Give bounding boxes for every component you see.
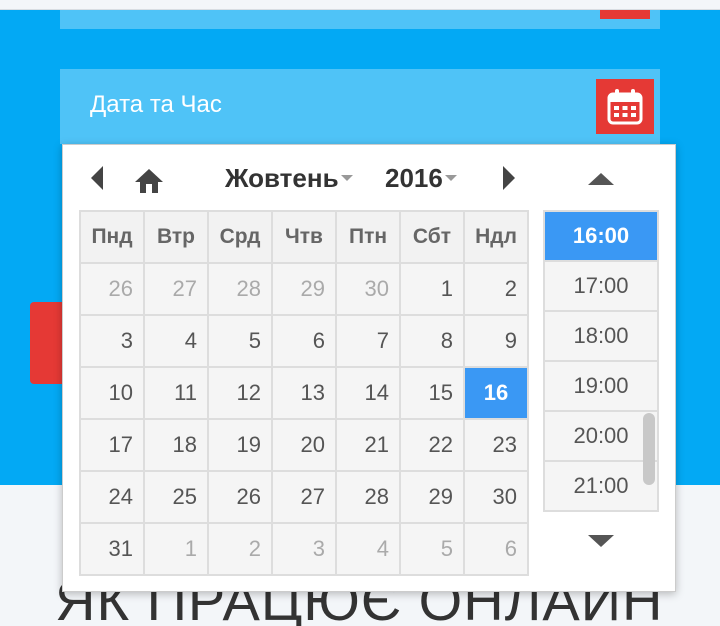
weekday-label: Чтв <box>271 210 337 264</box>
day-cell[interactable]: 26 <box>207 470 273 524</box>
day-cell[interactable]: 20 <box>271 418 337 472</box>
day-cell[interactable]: 21 <box>335 418 401 472</box>
day-cell[interactable]: 28 <box>335 470 401 524</box>
time-scrollbar[interactable] <box>643 413 655 485</box>
day-cell[interactable]: 4 <box>143 314 209 368</box>
day-cell[interactable]: 13 <box>271 366 337 420</box>
day-cell[interactable]: 27 <box>271 470 337 524</box>
day-cell[interactable]: 2 <box>207 522 273 576</box>
datetime-picker: Жовтень 2016 Пнд Втр Срд Чтв Птн Сбт Ндл… <box>62 144 676 592</box>
time-scroll-up-button[interactable] <box>587 169 615 189</box>
day-cell[interactable]: 23 <box>463 418 529 472</box>
chevron-left-icon <box>91 166 103 190</box>
day-cell[interactable]: 22 <box>399 418 465 472</box>
weekday-label: Срд <box>207 210 273 264</box>
calendar-week: 24 25 26 27 28 29 30 <box>79 470 529 524</box>
calendar-grid: Пнд Втр Срд Чтв Птн Сбт Ндл 26 27 28 29 … <box>79 210 529 576</box>
day-cell[interactable]: 25 <box>143 470 209 524</box>
day-cell[interactable]: 17 <box>79 418 145 472</box>
day-cell[interactable]: 7 <box>335 314 401 368</box>
day-cell[interactable]: 28 <box>207 262 273 316</box>
triangle-up-icon <box>588 173 614 185</box>
day-cell[interactable]: 24 <box>79 470 145 524</box>
day-cell-selected[interactable]: 16 <box>463 366 529 420</box>
triangle-down-icon <box>588 535 614 547</box>
day-cell[interactable]: 27 <box>143 262 209 316</box>
today-button[interactable] <box>133 165 165 195</box>
day-cell[interactable]: 9 <box>463 314 529 368</box>
calendar-icon <box>607 88 643 124</box>
year-select[interactable]: 2016 <box>385 163 457 194</box>
day-cell[interactable]: 1 <box>143 522 209 576</box>
time-slot-selected[interactable]: 16:00 <box>545 212 657 262</box>
day-cell[interactable]: 2 <box>463 262 529 316</box>
day-cell[interactable]: 26 <box>79 262 145 316</box>
datetime-field[interactable]: Дата та Час <box>60 69 660 144</box>
calendar-week: 17 18 19 20 21 22 23 <box>79 418 529 472</box>
year-label: 2016 <box>385 163 443 193</box>
day-cell[interactable]: 8 <box>399 314 465 368</box>
day-cell[interactable]: 3 <box>79 314 145 368</box>
year-caret-icon <box>444 175 457 182</box>
weekday-label: Сбт <box>399 210 465 264</box>
day-cell[interactable]: 6 <box>271 314 337 368</box>
calendar-week: 10 11 12 13 14 15 16 <box>79 366 529 420</box>
day-cell[interactable]: 1 <box>399 262 465 316</box>
day-cell[interactable]: 31 <box>79 522 145 576</box>
calendar-week: 31 1 2 3 4 5 6 <box>79 522 529 576</box>
day-cell[interactable]: 29 <box>399 470 465 524</box>
time-slot[interactable]: 19:00 <box>545 362 657 412</box>
month-select[interactable]: Жовтень <box>225 163 353 194</box>
weekday-label: Втр <box>143 210 209 264</box>
month-caret-icon <box>340 175 353 182</box>
day-cell[interactable]: 11 <box>143 366 209 420</box>
weekday-label: Пнд <box>79 210 145 264</box>
time-list: 16:00 17:00 18:00 19:00 20:00 21:00 <box>543 210 659 512</box>
day-cell[interactable]: 3 <box>271 522 337 576</box>
previous-field-button[interactable] <box>600 10 650 19</box>
time-slot[interactable]: 17:00 <box>545 262 657 312</box>
time-slot[interactable]: 20:00 <box>545 412 657 462</box>
day-cell[interactable]: 30 <box>463 470 529 524</box>
day-cell[interactable]: 4 <box>335 522 401 576</box>
day-cell[interactable]: 12 <box>207 366 273 420</box>
time-slot[interactable]: 21:00 <box>545 462 657 510</box>
time-slot[interactable]: 18:00 <box>545 312 657 362</box>
day-cell[interactable]: 6 <box>463 522 529 576</box>
day-cell[interactable]: 19 <box>207 418 273 472</box>
home-icon <box>135 169 163 193</box>
weekday-label: Ндл <box>463 210 529 264</box>
datetime-field-label: Дата та Час <box>90 91 222 118</box>
calendar-week: 3 4 5 6 7 8 9 <box>79 314 529 368</box>
day-cell[interactable]: 5 <box>399 522 465 576</box>
day-cell[interactable]: 5 <box>207 314 273 368</box>
weekday-label: Птн <box>335 210 401 264</box>
time-scroll-down-button[interactable] <box>587 531 615 551</box>
previous-field[interactable] <box>60 10 660 29</box>
next-month-button[interactable] <box>499 163 519 193</box>
day-cell[interactable]: 18 <box>143 418 209 472</box>
calendar-button[interactable] <box>596 79 654 134</box>
month-label: Жовтень <box>225 163 339 193</box>
day-cell[interactable]: 14 <box>335 366 401 420</box>
chevron-right-icon <box>503 166 515 190</box>
top-bar <box>0 0 720 10</box>
day-cell[interactable]: 30 <box>335 262 401 316</box>
day-cell[interactable]: 15 <box>399 366 465 420</box>
prev-month-button[interactable] <box>87 163 107 193</box>
day-cell[interactable]: 29 <box>271 262 337 316</box>
calendar-week: 26 27 28 29 30 1 2 <box>79 262 529 316</box>
weekday-header: Пнд Втр Срд Чтв Птн Сбт Ндл <box>79 210 529 264</box>
day-cell[interactable]: 10 <box>79 366 145 420</box>
